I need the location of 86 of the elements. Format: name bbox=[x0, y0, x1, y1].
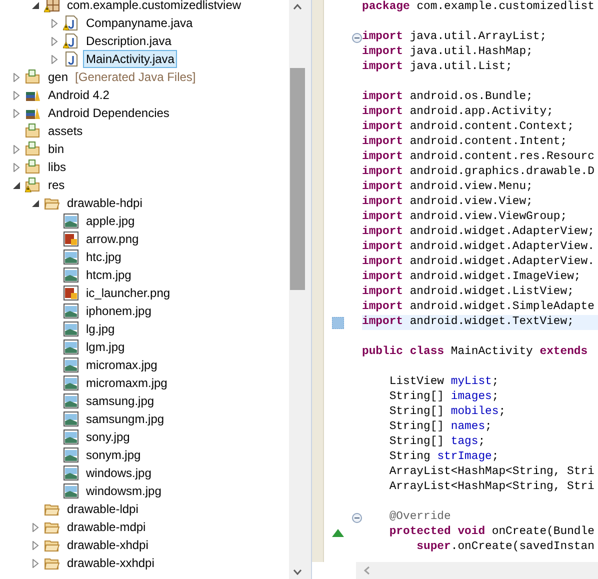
tree-item[interactable]: Android 4.2 bbox=[45, 86, 112, 104]
horizontal-scrollbar[interactable] bbox=[356, 562, 598, 579]
tree-item[interactable]: htcm.jpg bbox=[83, 266, 134, 284]
tree-item[interactable]: sonym.jpg bbox=[83, 446, 144, 464]
code-line: @Override bbox=[388, 510, 452, 525]
expand-arrow-icon[interactable] bbox=[50, 36, 59, 46]
code-line: import java.util.List; bbox=[362, 60, 514, 75]
scroll-left-icon[interactable] bbox=[364, 566, 370, 575]
code-line: import android.widget.ListView; bbox=[362, 285, 575, 300]
tree-item[interactable]: iphonem.jpg bbox=[83, 302, 154, 320]
expand-arrow-icon[interactable] bbox=[31, 522, 40, 532]
code-line: import java.util.ArrayList; bbox=[362, 30, 548, 45]
tree-item[interactable]: drawable-mdpi bbox=[64, 518, 149, 536]
fold-icon[interactable] bbox=[352, 512, 362, 522]
tree-item[interactable]: htc.jpg bbox=[83, 248, 124, 266]
tree-item[interactable]: drawable-ldpi bbox=[64, 500, 142, 518]
tree-item[interactable]: samsung.jpg bbox=[83, 392, 158, 410]
vertical-scrollbar[interactable] bbox=[289, 0, 306, 579]
expand-arrow-icon[interactable] bbox=[50, 18, 59, 28]
code-line: import android.widget.AdapterView. bbox=[362, 240, 596, 255]
code-line: import java.util.HashMap; bbox=[362, 45, 534, 60]
code-line: import android.os.Bundle; bbox=[362, 90, 534, 105]
code-line: import android.view.ViewGroup; bbox=[362, 210, 568, 225]
code-line: import android.content.Intent; bbox=[362, 135, 568, 150]
tree-item[interactable]: libs bbox=[45, 158, 70, 176]
scrollbar-thumb[interactable] bbox=[290, 68, 305, 290]
code-line: import android.widget.SimpleAdapte bbox=[362, 300, 596, 315]
tree-item-decoration: [Generated Java Files] bbox=[75, 70, 196, 84]
tree-item[interactable]: micromax.jpg bbox=[83, 356, 160, 374]
code-line: import android.app.Activity; bbox=[362, 105, 554, 120]
tree-item[interactable]: lgm.jpg bbox=[83, 338, 128, 356]
expand-arrow-icon[interactable] bbox=[12, 108, 21, 118]
tree-item[interactable]: windowsm.jpg bbox=[83, 482, 164, 500]
expand-arrow-icon[interactable] bbox=[12, 144, 21, 154]
code-line: import android.view.View; bbox=[362, 195, 534, 210]
code-line: package com.example.customizedlist bbox=[362, 0, 596, 15]
tree-item[interactable]: lg.jpg bbox=[83, 320, 118, 338]
code-line: String[] mobiles; bbox=[388, 405, 507, 420]
tree-item[interactable]: Android Dependencies bbox=[45, 104, 172, 122]
tree-item[interactable]: windows.jpg bbox=[83, 464, 154, 482]
code-line: import android.content.res.Resourc bbox=[362, 150, 596, 165]
scroll-up-icon[interactable] bbox=[293, 4, 302, 10]
tree-item[interactable]: MainActivity.java bbox=[83, 50, 178, 68]
code-line: ListView myList; bbox=[388, 375, 500, 390]
expand-arrow-icon[interactable] bbox=[31, 558, 40, 568]
collapse-arrow-icon[interactable] bbox=[31, 0, 40, 10]
code-line: import android.widget.ImageView; bbox=[362, 270, 582, 285]
tree-item[interactable]: assets bbox=[45, 122, 86, 140]
tree-item[interactable]: arrow.png bbox=[83, 230, 142, 248]
expand-arrow-icon[interactable] bbox=[12, 162, 21, 172]
code-line: String strImage; bbox=[388, 450, 500, 465]
code-line: ArrayList<HashMap<String, Stri bbox=[388, 480, 596, 495]
tree-item[interactable]: com.example.customizedlistview bbox=[64, 0, 244, 14]
code-line: import android.widget.AdapterView. bbox=[362, 255, 596, 270]
tree-item[interactable]: Description.java bbox=[83, 32, 174, 50]
expand-arrow-icon[interactable] bbox=[12, 90, 21, 100]
collapse-arrow-icon[interactable] bbox=[31, 198, 40, 208]
code-line: public class MainActivity extends bbox=[362, 345, 589, 360]
code-line: String[] names; bbox=[388, 420, 493, 435]
expand-arrow-icon[interactable] bbox=[31, 540, 40, 550]
tree-item[interactable]: drawable-xxhdpi bbox=[64, 554, 158, 572]
collapse-arrow-icon[interactable] bbox=[12, 180, 21, 190]
expand-arrow-icon[interactable] bbox=[12, 72, 21, 82]
code-line: ArrayList<HashMap<String, Stri bbox=[388, 465, 596, 480]
tree-item[interactable]: apple.jpg bbox=[83, 212, 138, 230]
tree-item[interactable]: Companyname.java bbox=[83, 14, 196, 32]
tree-item[interactable]: micromaxm.jpg bbox=[83, 374, 170, 392]
code-line: String[] images; bbox=[388, 390, 500, 405]
code-line: import android.content.Context; bbox=[362, 120, 575, 135]
tree-item[interactable]: sony.jpg bbox=[83, 428, 133, 446]
tree-item[interactable]: drawable-xhdpi bbox=[64, 536, 152, 554]
code-line: import android.graphics.drawable.D bbox=[362, 165, 596, 180]
tree-item[interactable]: samsungm.jpg bbox=[83, 410, 168, 428]
tree-item[interactable]: gen bbox=[45, 68, 72, 86]
tree-item[interactable]: drawable-hdpi bbox=[64, 194, 146, 212]
tree-item[interactable]: bin bbox=[45, 140, 68, 158]
code-line: import android.widget.AdapterView; bbox=[362, 225, 596, 240]
tree-item[interactable]: res bbox=[45, 176, 68, 194]
fold-icon[interactable] bbox=[352, 32, 362, 42]
expand-arrow-icon[interactable] bbox=[50, 54, 59, 64]
code-line: import android.view.Menu; bbox=[362, 180, 534, 195]
tree-item[interactable]: ic_launcher.png bbox=[83, 284, 174, 302]
code-line: String[] tags; bbox=[388, 435, 486, 450]
scroll-down-icon[interactable] bbox=[293, 569, 302, 575]
code-line: protected void onCreate(Bundle bbox=[388, 525, 596, 540]
code-line: super.onCreate(savedInstan bbox=[416, 540, 596, 555]
